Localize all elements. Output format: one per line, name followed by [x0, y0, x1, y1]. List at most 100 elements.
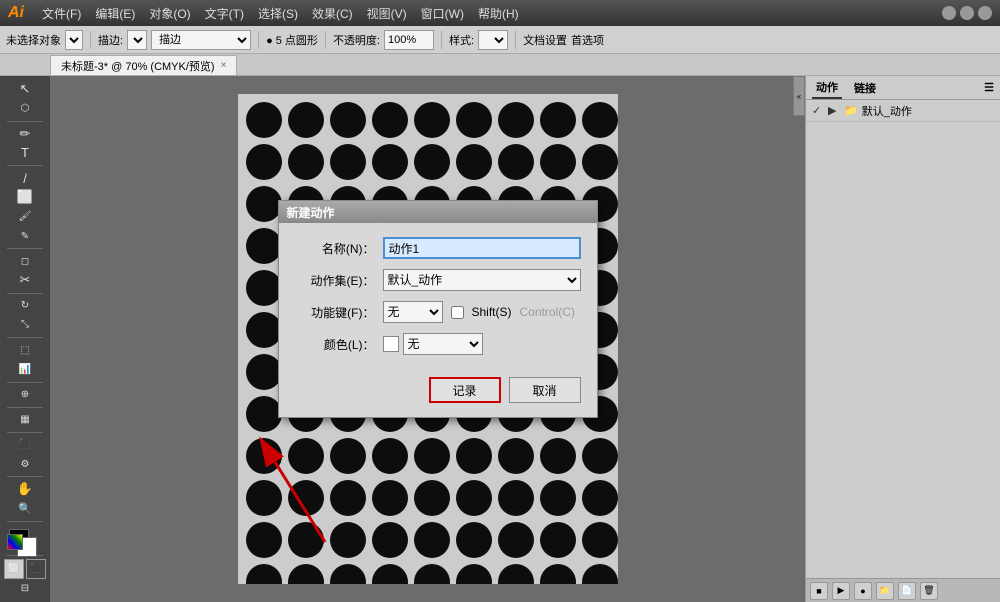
pen-tool[interactable]: ✏: [3, 124, 47, 142]
rotate-tool[interactable]: ↻: [3, 296, 47, 314]
tool-separator-2: [7, 165, 43, 166]
new-set-btn[interactable]: 📁: [876, 582, 894, 600]
panel-bottom-toolbar: ■ ▶ ● 📁 📄 🗑: [806, 578, 1000, 602]
set-dropdown[interactable]: 默认_动作: [383, 269, 581, 291]
column-graph-tool[interactable]: ▦: [3, 410, 47, 428]
title-bar: Ai 文件(F) 编辑(E) 对象(O) 文字(T) 选择(S) 效果(C) 视…: [0, 0, 1000, 26]
cancel-button[interactable]: 取消: [509, 377, 581, 403]
minimize-button[interactable]: [942, 6, 956, 20]
color-swatch[interactable]: [7, 534, 23, 550]
warp-tool[interactable]: ⬚: [3, 341, 47, 359]
tool-separator-6: [7, 382, 43, 383]
color-row: 颜色(L)： 无: [295, 333, 581, 355]
no-selection-label: 未选择对象: [6, 32, 61, 48]
document-tab[interactable]: 未标题-3* @ 70% (CMYK/预览) ×: [50, 55, 237, 75]
menu-window[interactable]: 窗口(W): [415, 3, 470, 24]
eraser-tool[interactable]: ◻: [3, 252, 47, 270]
dialog-button-row: 记录 取消: [279, 369, 597, 417]
pencil-tool[interactable]: ✎: [3, 227, 47, 245]
line-tool[interactable]: /: [3, 169, 47, 187]
actions-tab[interactable]: 动作: [812, 77, 842, 99]
scissors-tool[interactable]: ✂: [3, 271, 47, 289]
menu-select[interactable]: 选择(S): [252, 3, 304, 24]
record-button[interactable]: 记录: [429, 377, 501, 403]
new-action-btn[interactable]: 📄: [898, 582, 916, 600]
main-toolbar: 未选择对象 描边: 描边 ● 5 点圆形 不透明度: 样式: 文档设置 首选项: [0, 26, 1000, 54]
color-dropdown[interactable]: 无: [403, 333, 483, 355]
new-action-dialog: 新建动作 名称(N)： 动作集(E)： 默认_动作: [278, 200, 598, 418]
cancel-label: 取消: [532, 382, 556, 399]
hand-tool[interactable]: ✋: [3, 480, 47, 498]
toolbar-separator: [90, 31, 91, 49]
window-controls: [942, 6, 992, 20]
left-toolbar: ↖ ⬡ ✏ T / ⬜ 🖌 ✎ ◻ ✂ ↻ ⤡ ⬚ 📊 ⊕ ▦ ⬛ ⚙ ✋ 🔍: [0, 76, 50, 602]
preferences-btn[interactable]: 首选项: [571, 32, 604, 48]
doc-settings-btn[interactable]: 文档设置: [523, 32, 567, 48]
style-dropdown[interactable]: [478, 30, 508, 50]
color-label: 颜色(L)：: [295, 336, 375, 353]
name-input[interactable]: [383, 237, 581, 259]
rect-tool[interactable]: ⬜: [3, 188, 47, 206]
selection-tool[interactable]: ↖: [3, 80, 47, 98]
action-folder-icon: 📁: [844, 104, 858, 117]
stroke-dropdown[interactable]: [127, 30, 147, 50]
paintbrush-tool[interactable]: 🖌: [3, 208, 47, 226]
panel-menu-icon[interactable]: ☰: [984, 81, 994, 94]
maximize-button[interactable]: [960, 6, 974, 20]
set-label: 动作集(E)：: [295, 272, 375, 289]
links-tab[interactable]: 链接: [850, 78, 880, 98]
tab-label: 未标题-3* @ 70% (CMYK/预览): [61, 58, 215, 74]
direct-selection-tool[interactable]: ⬡: [3, 99, 47, 117]
graph-tool[interactable]: 📊: [3, 360, 47, 378]
shift-checkbox[interactable]: [451, 306, 464, 319]
toolbar-separator-2: [258, 31, 259, 49]
ai-logo: Ai: [8, 4, 24, 22]
record-action-btn[interactable]: ●: [854, 582, 872, 600]
fkey-dropdown[interactable]: 无: [383, 301, 443, 323]
menu-file[interactable]: 文件(F): [36, 3, 87, 24]
menu-view[interactable]: 视图(V): [361, 3, 413, 24]
menu-edit[interactable]: 编辑(E): [89, 3, 141, 24]
slice-tool[interactable]: ⚙: [3, 455, 47, 473]
set-row: 动作集(E)： 默认_动作: [295, 269, 581, 291]
panel-tabs: 动作 链接 ☰: [806, 76, 1000, 100]
menu-object[interactable]: 对象(O): [143, 3, 196, 24]
selection-dropdown[interactable]: [65, 30, 83, 50]
scale-tool[interactable]: ⤡: [3, 316, 47, 334]
style-label: 样式:: [449, 32, 474, 48]
main-area: ↖ ⬡ ✏ T / ⬜ 🖌 ✎ ◻ ✂ ↻ ⤡ ⬚ 📊 ⊕ ▦ ⬛ ⚙ ✋ 🔍: [0, 76, 1000, 602]
modal-overlay: 新建动作 名称(N)： 动作集(E)： 默认_动作: [50, 76, 805, 602]
actions-panel-content: ✓ ▶ 📁 默认_动作: [806, 100, 1000, 578]
symbol-tool[interactable]: ⊕: [3, 385, 47, 403]
close-button[interactable]: [978, 6, 992, 20]
normal-view[interactable]: ⬜: [4, 559, 24, 579]
delete-btn[interactable]: 🗑: [920, 582, 938, 600]
play-btn[interactable]: ▶: [832, 582, 850, 600]
canvas-area: 新建动作 名称(N)： 动作集(E)： 默认_动作: [50, 76, 805, 602]
opacity-input[interactable]: [384, 30, 434, 50]
right-panel: « 动作 链接 ☰ ✓ ▶ 📁 默认_动作 ■ ▶ ● 📁 📄 🗑: [805, 76, 1000, 602]
tool-separator: [7, 121, 43, 122]
preview-mode[interactable]: ⬛: [26, 559, 46, 579]
name-row: 名称(N)：: [295, 237, 581, 259]
stop-playback-btn[interactable]: ■: [810, 582, 828, 600]
tool-separator-7: [7, 407, 43, 408]
dots-label: ● 5 点圆形: [266, 32, 318, 48]
tool-separator-5: [7, 337, 43, 338]
menu-help[interactable]: 帮助(H): [472, 3, 525, 24]
record-label: 记录: [452, 382, 476, 399]
action-name-label: 默认_动作: [862, 103, 912, 119]
stroke-style-dropdown[interactable]: 描边: [151, 30, 251, 50]
type-tool[interactable]: T: [3, 144, 47, 162]
tool-separator-10: [7, 521, 43, 522]
shift-label: Shift(S): [472, 305, 512, 319]
view-mode-buttons: ⬜ ⬛: [4, 559, 46, 579]
tab-close-icon[interactable]: ×: [221, 60, 227, 71]
zoom-tool[interactable]: 🔍: [3, 499, 47, 517]
change-screen-mode[interactable]: ⊟: [3, 580, 47, 598]
artboard-tool[interactable]: ⬛: [3, 436, 47, 454]
tab-bar: 未标题-3* @ 70% (CMYK/预览) ×: [0, 54, 1000, 76]
menu-effect[interactable]: 效果(C): [306, 3, 359, 24]
menu-text[interactable]: 文字(T): [199, 3, 250, 24]
action-expand-arrow[interactable]: ▶: [828, 104, 840, 117]
